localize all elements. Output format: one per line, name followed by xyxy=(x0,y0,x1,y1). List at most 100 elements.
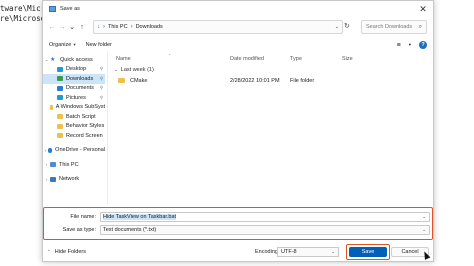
file-date: 2/28/2022 10:01 PM xyxy=(230,77,280,84)
file-name-label: File name: xyxy=(70,214,96,220)
console-line: tware\Micros xyxy=(0,4,46,13)
file-name-value: Hide TaskView on Taskbar.bat xyxy=(103,214,177,220)
pin-icon: ⚲ xyxy=(99,94,103,100)
search-icon: ⌕ xyxy=(418,23,422,30)
up-arrow-icon[interactable]: ↑ xyxy=(77,24,87,31)
nav-item-documents[interactable]: Documents ⚲ xyxy=(43,84,105,94)
hide-folders-button[interactable]: ⌃ Hide Folders xyxy=(47,249,86,255)
search-input[interactable]: Search Downloads ⌕ xyxy=(361,20,427,34)
save-as-type-label: Save as type: xyxy=(62,227,96,233)
this-pc-icon xyxy=(50,162,56,168)
save-as-type-select[interactable]: Text documents (*.txt) ⌄ xyxy=(100,225,430,235)
breadcrumb-separator: › xyxy=(103,24,105,30)
filename-type-panel: File name: Hide TaskView on Taskbar.bat … xyxy=(43,207,433,240)
save-as-dialog: Save as ✕ ← → ⌄ ↑ ↓ › This PC › Download… xyxy=(42,0,434,262)
navigation-pane: ⌄ ★ Quick access Desktop ⚲ Downloads ⚲ D… xyxy=(43,55,105,203)
nav-item-label: A Windows SubSyst xyxy=(55,104,105,111)
nav-item-behavior-styles[interactable]: Behavior Styles xyxy=(43,122,105,132)
nav-item-quick-access[interactable]: ⌄ ★ Quick access xyxy=(43,55,105,65)
forward-arrow-icon[interactable]: → xyxy=(57,24,67,31)
back-arrow-icon[interactable]: ← xyxy=(47,24,57,31)
breadcrumb-this-pc[interactable]: This PC xyxy=(108,24,128,30)
nav-item-record-screen[interactable]: Record Screen xyxy=(43,131,105,141)
chevron-right-icon[interactable]: › xyxy=(43,177,50,182)
breadcrumb-downloads[interactable]: Downloads xyxy=(136,24,163,30)
column-header-size[interactable]: Size xyxy=(342,54,353,63)
console-line: re\Microsoft xyxy=(0,13,46,23)
nav-item-downloads[interactable]: Downloads ⚲ xyxy=(43,74,105,84)
notepad-icon xyxy=(49,6,56,12)
sort-caret-icon: ⌃ xyxy=(168,53,172,58)
view-chevron-icon[interactable]: ▾ xyxy=(409,42,411,48)
chevron-down-icon: ⌄ xyxy=(331,249,335,254)
nav-item-windows-subsystem[interactable]: A Windows SubSyst xyxy=(43,103,105,113)
close-button[interactable]: ✕ xyxy=(417,3,429,15)
nav-item-label: Documents xyxy=(66,85,94,92)
toolbar: Organize ▾ New folder ≡ ▾ ? xyxy=(43,39,433,51)
nav-item-label: This PC xyxy=(59,161,79,168)
nav-item-network[interactable]: › Network xyxy=(43,175,105,185)
hide-folders-label: Hide Folders xyxy=(54,249,86,255)
chevron-down-icon[interactable]: ⌄ xyxy=(43,57,50,63)
help-icon[interactable]: ? xyxy=(419,41,427,49)
file-type: File folder xyxy=(290,77,315,84)
encoding-select[interactable]: UTF-8 ⌄ xyxy=(277,247,339,257)
nav-item-batch-script[interactable]: Batch Script xyxy=(43,112,105,122)
nav-item-label: Quick access xyxy=(60,56,93,63)
nav-item-label: Record Screen xyxy=(66,132,103,139)
chevron-right-icon[interactable]: › xyxy=(43,162,50,167)
recent-locations-icon[interactable]: ⌄ xyxy=(67,23,77,31)
column-header-date-modified[interactable]: Date modified xyxy=(230,54,264,63)
organize-label: Organize xyxy=(49,42,72,48)
save-button-highlight xyxy=(346,244,390,260)
nav-item-desktop[interactable]: Desktop ⚲ xyxy=(43,65,105,75)
chevron-up-icon: ⌃ xyxy=(47,249,51,254)
nav-item-label: OneDrive - Personal xyxy=(55,147,105,154)
pictures-icon xyxy=(57,95,63,101)
folder-icon xyxy=(118,78,125,83)
dialog-title: Save as xyxy=(60,6,80,12)
nav-item-onedrive[interactable]: › OneDrive - Personal xyxy=(43,146,105,156)
file-row[interactable]: CMake 2/28/2022 10:01 PM File folder xyxy=(114,76,424,85)
column-header-name[interactable]: Name xyxy=(116,54,131,63)
nav-item-label: Behavior Styles xyxy=(66,123,105,130)
nav-item-label: Pictures xyxy=(66,94,86,101)
folder-icon xyxy=(49,104,53,110)
onedrive-icon xyxy=(47,147,53,153)
title-bar[interactable]: Save as ✕ xyxy=(43,1,433,17)
nav-item-label: Batch Script xyxy=(66,113,96,120)
address-dropdown-icon[interactable]: ⌄ xyxy=(335,24,339,30)
console-background: tware\Micros re\Microsoft xyxy=(0,0,46,266)
downloads-icon xyxy=(57,76,63,82)
file-list: ⌃ Name Date modified Type Size ⌄ Last we… xyxy=(107,51,433,205)
encoding-value: UTF-8 xyxy=(281,249,297,255)
chevron-down-icon: ▾ xyxy=(73,42,76,47)
file-name-input[interactable]: Hide TaskView on Taskbar.bat ⌄ xyxy=(100,212,430,222)
documents-icon xyxy=(57,85,63,91)
folder-icon xyxy=(57,114,63,120)
view-options-icon[interactable]: ≡ xyxy=(397,42,401,49)
address-bar[interactable]: ↓ › This PC › Downloads ⌄ ↻ xyxy=(93,20,350,34)
organize-button[interactable]: Organize ▾ xyxy=(49,42,76,48)
resize-grip-icon[interactable]: ⋰ xyxy=(426,254,431,260)
column-header-type[interactable]: Type xyxy=(290,54,302,63)
network-icon xyxy=(50,176,56,182)
encoding-label: Encoding: xyxy=(255,249,280,255)
pin-icon: ⚲ xyxy=(99,66,103,72)
pin-icon: ⚲ xyxy=(99,85,103,91)
folder-icon xyxy=(57,123,63,129)
file-name: CMake xyxy=(130,77,148,84)
new-folder-button[interactable]: New folder xyxy=(86,42,112,48)
nav-item-this-pc[interactable]: › This PC xyxy=(43,160,105,170)
nav-item-label: Desktop xyxy=(66,66,87,73)
new-folder-label: New folder xyxy=(85,42,112,48)
nav-item-pictures[interactable]: Pictures ⚲ xyxy=(43,93,105,103)
star-icon: ★ xyxy=(50,56,56,63)
refresh-icon[interactable]: ↻ xyxy=(344,22,352,32)
chevron-down-icon[interactable]: ⌄ xyxy=(422,214,426,220)
downloads-folder-icon: ↓ xyxy=(97,24,100,30)
group-header-last-week[interactable]: ⌄ Last week (1) xyxy=(114,66,154,74)
pin-icon: ⚲ xyxy=(99,75,103,81)
save-as-type-value: Text documents (*.txt) xyxy=(103,227,157,233)
chevron-down-icon: ⌄ xyxy=(114,67,118,72)
